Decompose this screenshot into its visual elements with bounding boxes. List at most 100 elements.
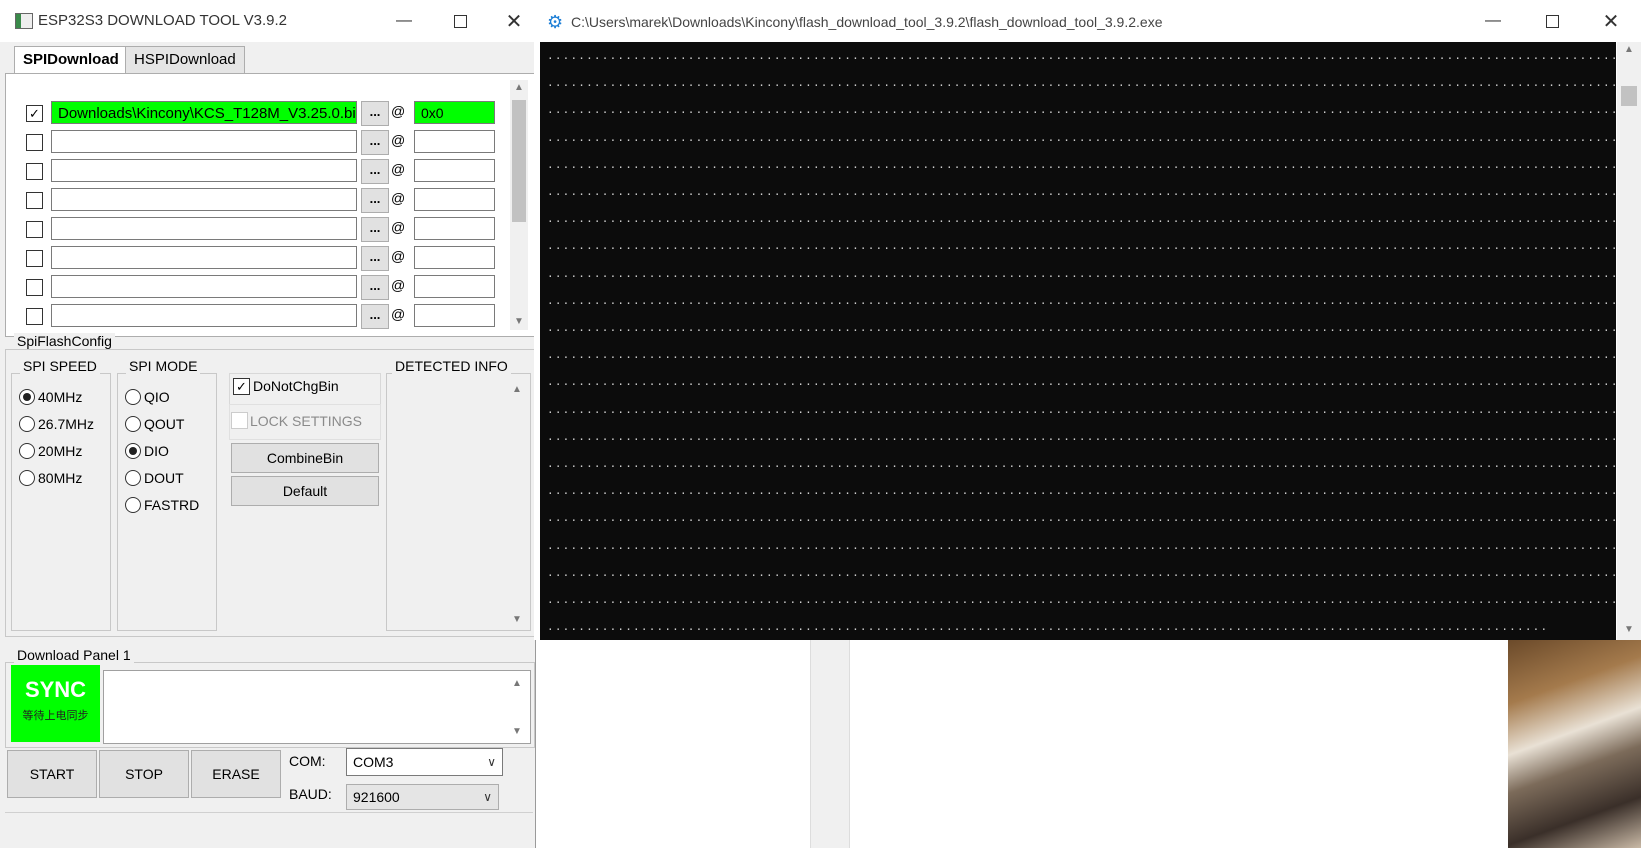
- radio-icon[interactable]: [125, 443, 141, 459]
- tab-spidownload[interactable]: SPIDownload: [14, 46, 128, 75]
- file-path-input[interactable]: [51, 217, 357, 240]
- maximize-icon[interactable]: [1529, 0, 1575, 42]
- do-not-chg-bin-label[interactable]: DoNotChgBin: [253, 378, 339, 394]
- scroll-down-icon[interactable]: ▼: [514, 316, 524, 327]
- lock-settings-label[interactable]: LOCK SETTINGS: [250, 413, 362, 429]
- scrollbar-thumb[interactable]: [512, 100, 526, 222]
- address-input[interactable]: [414, 246, 495, 269]
- checkbox-icon[interactable]: [26, 250, 43, 267]
- speed-20mhz-label[interactable]: 20MHz: [38, 443, 82, 459]
- download-panel-title: Download Panel 1: [14, 647, 134, 663]
- mode-fastrd-label[interactable]: FASTRD: [144, 497, 199, 513]
- scroll-up-icon[interactable]: ▲: [512, 678, 522, 689]
- download-log-area[interactable]: [103, 670, 531, 744]
- address-input[interactable]: [414, 188, 495, 211]
- browse-button[interactable]: ...: [361, 275, 389, 300]
- radio-icon[interactable]: [125, 389, 141, 405]
- mode-dout-label[interactable]: DOUT: [144, 470, 184, 486]
- checkbox-icon[interactable]: [26, 279, 43, 296]
- spi-flash-config-title: SpiFlashConfig: [14, 333, 115, 349]
- mode-dio-label[interactable]: DIO: [144, 443, 169, 459]
- browse-button[interactable]: ...: [361, 188, 389, 213]
- checkbox-icon[interactable]: [26, 308, 43, 325]
- at-label: @: [391, 190, 406, 206]
- background-window-strip: [810, 640, 850, 848]
- erase-button[interactable]: ERASE: [191, 750, 281, 798]
- file-path-input[interactable]: [51, 130, 357, 153]
- address-input[interactable]: [414, 217, 495, 240]
- address-input[interactable]: [414, 275, 495, 298]
- background-window: [534, 640, 810, 848]
- close-icon[interactable]: ✕: [1588, 0, 1634, 42]
- minimize-icon[interactable]: —: [381, 0, 427, 42]
- radio-icon[interactable]: [19, 389, 35, 405]
- scroll-down-icon[interactable]: ▼: [512, 726, 522, 737]
- scroll-up-icon[interactable]: ▲: [1624, 44, 1634, 55]
- console-scrollbar[interactable]: [1617, 42, 1641, 640]
- baud-select[interactable]: 921600 ∨: [346, 784, 499, 810]
- radio-icon[interactable]: [125, 470, 141, 486]
- radio-icon[interactable]: [125, 416, 141, 432]
- file-path-input[interactable]: [51, 246, 357, 269]
- close-icon[interactable]: ✕: [491, 0, 537, 42]
- checkbox-icon[interactable]: [231, 412, 248, 429]
- mode-qio-label[interactable]: QIO: [144, 389, 170, 405]
- mode-qout-label[interactable]: QOUT: [144, 416, 184, 432]
- radio-icon[interactable]: [125, 497, 141, 513]
- stop-button[interactable]: STOP: [99, 750, 189, 798]
- address-input[interactable]: [414, 304, 495, 327]
- checkbox-icon[interactable]: [26, 134, 43, 151]
- file-path-input[interactable]: [51, 159, 357, 182]
- combine-bin-button[interactable]: CombineBin: [231, 443, 379, 473]
- speed-26mhz-label[interactable]: 26.7MHz: [38, 416, 94, 432]
- scroll-up-icon[interactable]: ▲: [512, 384, 522, 395]
- file-path-input[interactable]: Downloads\Kincony\KCS_T128M_V3.25.0.bin: [51, 101, 357, 124]
- file-path-input[interactable]: [51, 275, 357, 298]
- address-input[interactable]: [414, 159, 495, 182]
- at-label: @: [391, 248, 406, 264]
- address-input[interactable]: 0x0: [414, 101, 495, 124]
- file-path-input[interactable]: [51, 304, 357, 327]
- checkbox-icon[interactable]: [26, 221, 43, 238]
- at-label: @: [391, 277, 406, 293]
- browse-button[interactable]: ...: [361, 101, 389, 126]
- browse-button[interactable]: ...: [361, 130, 389, 155]
- console-title: C:\Users\marek\Downloads\Kincony\flash_d…: [571, 14, 1163, 30]
- scroll-down-icon[interactable]: ▼: [512, 614, 522, 625]
- browse-button[interactable]: ...: [361, 304, 389, 329]
- checkbox-icon[interactable]: ✓: [233, 378, 250, 395]
- scrollbar-thumb[interactable]: [1621, 86, 1637, 106]
- scroll-up-icon[interactable]: ▲: [514, 82, 524, 93]
- radio-icon[interactable]: [19, 416, 35, 432]
- desktop-wallpaper-photo: [1508, 640, 1641, 848]
- address-input[interactable]: [414, 130, 495, 153]
- radio-icon[interactable]: [19, 470, 35, 486]
- com-label: COM:: [289, 753, 326, 769]
- file-row: ... @: [6, 186, 506, 214]
- file-row: ✓ Downloads\Kincony\KCS_T128M_V3.25.0.bi…: [6, 99, 506, 127]
- start-button[interactable]: START: [7, 750, 97, 798]
- browse-button[interactable]: ...: [361, 159, 389, 184]
- browse-button[interactable]: ...: [361, 217, 389, 242]
- speed-40mhz-label[interactable]: 40MHz: [38, 389, 82, 405]
- com-value: COM3: [353, 754, 394, 770]
- file-row: ... @: [6, 302, 506, 332]
- tab-hspidownload[interactable]: HSPIDownload: [125, 46, 245, 73]
- file-path-input[interactable]: [51, 188, 357, 211]
- console-output[interactable]: ........................................…: [540, 42, 1616, 640]
- sync-subtitle: 等待上电同步: [22, 710, 89, 722]
- detected-info-group: [386, 373, 531, 631]
- scroll-down-icon[interactable]: ▼: [1624, 624, 1634, 635]
- browse-button[interactable]: ...: [361, 246, 389, 271]
- checkbox-icon[interactable]: [26, 163, 43, 180]
- radio-icon[interactable]: [19, 443, 35, 459]
- minimize-icon[interactable]: —: [1470, 0, 1516, 42]
- maximize-icon[interactable]: [437, 0, 483, 42]
- speed-80mhz-label[interactable]: 80MHz: [38, 470, 82, 486]
- default-button[interactable]: Default: [231, 476, 379, 506]
- com-select[interactable]: COM3 ∨: [346, 748, 503, 776]
- checkbox-icon[interactable]: ✓: [26, 105, 43, 122]
- checkbox-icon[interactable]: [26, 192, 43, 209]
- status-bar: [5, 812, 533, 831]
- chevron-down-icon: ∨: [483, 790, 492, 804]
